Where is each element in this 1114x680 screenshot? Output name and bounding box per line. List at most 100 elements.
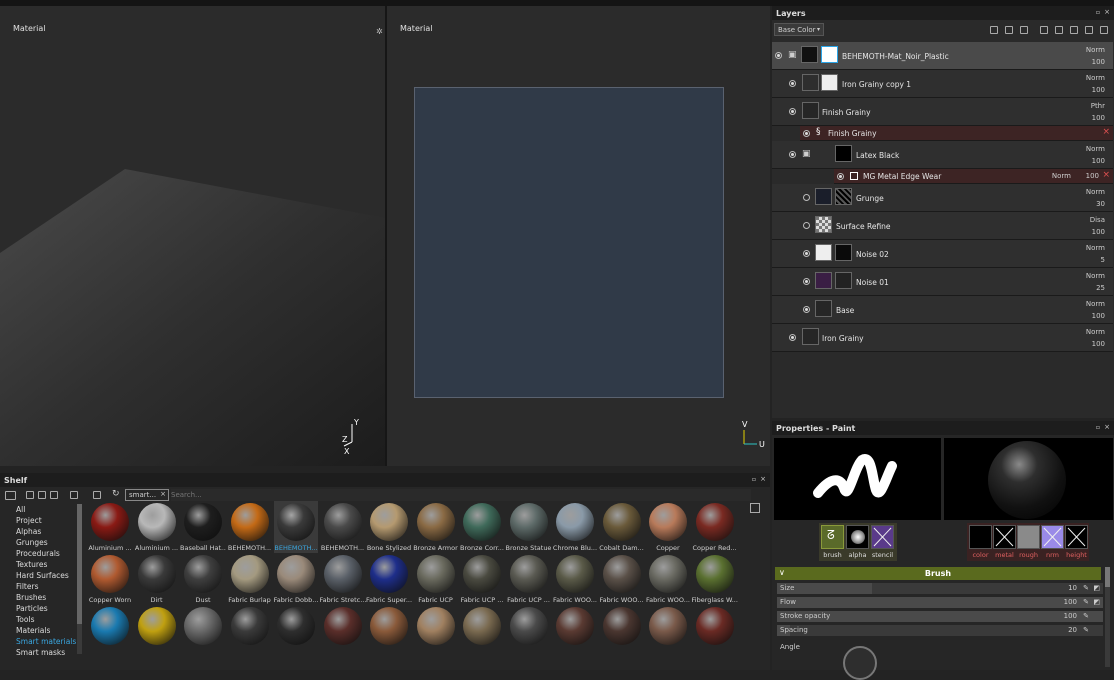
remove-effect-icon[interactable]: × <box>1102 170 1110 180</box>
smart-material-item[interactable] <box>600 605 644 657</box>
panel-float-icon[interactable]: ▫ <box>1096 9 1100 16</box>
layer-row[interactable]: Base Norm 100 <box>772 296 1113 324</box>
visibility-eye-icon[interactable] <box>789 151 796 158</box>
layer-blend-mode[interactable]: Norm <box>1086 74 1105 82</box>
size-slider[interactable]: Size 10 ✎ ◩ <box>777 583 1103 594</box>
filter-icon[interactable] <box>93 491 101 499</box>
layer-opacity[interactable]: 100 <box>1092 86 1105 94</box>
smart-material-item[interactable]: Fabric Burlap <box>228 553 272 605</box>
add-mask-icon[interactable] <box>1020 26 1028 34</box>
smart-material-item[interactable]: BEHEMOTH... <box>274 501 318 553</box>
duplicate-layer-icon[interactable] <box>1085 26 1093 34</box>
layer-row[interactable]: Grunge Norm 30 <box>772 184 1113 212</box>
viewport-3d[interactable]: Material ✲ Y Z X <box>0 6 385 466</box>
nrm-channel-thumb[interactable] <box>1041 525 1064 549</box>
layer-row[interactable]: Iron Grainy copy 1 Norm 100 <box>772 70 1113 98</box>
add-folder-icon[interactable] <box>1070 26 1078 34</box>
flow-slider[interactable]: Flow 100 ✎ ◩ <box>777 597 1103 608</box>
layer-row[interactable]: ▣ BEHEMOTH-Mat_Noir_Plastic Norm 100 <box>772 42 1113 70</box>
layer-row[interactable]: ▣ Latex Black Norm 100 <box>772 141 1113 169</box>
properties-scrollbar[interactable] <box>1105 567 1110 667</box>
smart-material-item[interactable]: Fabric WOO... <box>600 553 644 605</box>
smart-material-item[interactable]: BEHEMOTH... <box>321 501 365 553</box>
shelf-category-item[interactable]: Textures <box>2 559 84 570</box>
visibility-eye-icon[interactable] <box>803 222 810 229</box>
clear-tag-icon[interactable]: × <box>160 490 166 498</box>
smart-material-item[interactable]: Fabric WOO... <box>646 553 690 605</box>
visibility-eye-icon[interactable] <box>803 306 810 313</box>
spacing-value[interactable]: 20 <box>1068 625 1077 636</box>
shelf-category-item[interactable]: All <box>2 504 84 515</box>
refresh-icon[interactable]: ↻ <box>112 489 120 499</box>
folder-icon[interactable] <box>5 491 16 500</box>
smart-material-item[interactable] <box>460 605 504 657</box>
layer-blend-mode[interactable]: Norm <box>1086 188 1105 196</box>
shelf-category-item[interactable]: Brushes <box>2 592 84 603</box>
shelf-category-item[interactable]: Smart masks <box>2 647 84 658</box>
layer-effect-row[interactable]: § Finish Grainy × <box>800 126 1113 141</box>
shelf-category-item[interactable]: Hard Surfaces <box>2 570 84 581</box>
layer-row[interactable]: Iron Grainy Norm 100 <box>772 324 1113 352</box>
layer-blend-mode[interactable]: Norm <box>1086 328 1105 336</box>
layer-row[interactable]: Finish Grainy Pthr 100 <box>772 98 1113 126</box>
brush-channel-thumb[interactable]: ᘔ <box>821 525 844 549</box>
smart-material-item[interactable]: Dirt <box>135 553 179 605</box>
layer-blend-mode[interactable]: Norm <box>1086 145 1105 153</box>
stroke-opacity-slider[interactable]: Stroke opacity 100 ✎ <box>777 611 1103 622</box>
stencil-channel-thumb[interactable] <box>871 525 894 549</box>
shelf-category-item[interactable]: Smart materials <box>2 636 84 647</box>
layer-opacity[interactable]: 100 <box>1092 58 1105 66</box>
preview-icon[interactable] <box>70 491 78 499</box>
viewport-2d[interactable]: Material V U <box>387 6 770 466</box>
shelf-search-input[interactable] <box>171 489 751 501</box>
layer-blend-mode[interactable]: Norm <box>1086 46 1105 54</box>
grid-view-icon[interactable] <box>750 503 760 513</box>
layer-blend-mode[interactable]: Norm <box>1086 272 1105 280</box>
visibility-eye-icon[interactable] <box>789 80 796 87</box>
shelf-category-item[interactable]: Grunges <box>2 537 84 548</box>
pen-pressure-icon[interactable]: ✎ <box>1083 611 1089 622</box>
panel-close-icon[interactable]: × <box>760 475 766 483</box>
shelf-category-item[interactable]: Materials <box>2 625 84 636</box>
smart-material-item[interactable] <box>88 605 132 657</box>
smart-material-item[interactable]: Fabric WOO... <box>553 553 597 605</box>
category-scrollbar[interactable] <box>77 504 82 654</box>
layer-opacity[interactable]: 100 <box>1092 114 1105 122</box>
smart-material-item[interactable] <box>646 605 690 657</box>
smart-material-item[interactable] <box>414 605 458 657</box>
delete-layer-icon[interactable] <box>1100 26 1108 34</box>
smart-material-item[interactable]: Bronze Corr... <box>460 501 504 553</box>
layer-blend-mode[interactable]: Norm <box>1086 300 1105 308</box>
panel-float-icon[interactable]: ▫ <box>1096 424 1100 431</box>
smart-material-item[interactable]: Baseball Hat... <box>180 501 226 553</box>
smart-material-item[interactable] <box>135 605 179 657</box>
flow-value[interactable]: 100 <box>1064 597 1077 608</box>
smart-material-item[interactable] <box>367 605 411 657</box>
dynamics-icon[interactable]: ◩ <box>1093 597 1100 608</box>
visibility-eye-icon[interactable] <box>837 173 844 180</box>
smart-material-item[interactable] <box>181 605 225 657</box>
smart-material-item[interactable]: Dust <box>181 553 225 605</box>
visibility-eye-icon[interactable] <box>789 334 796 341</box>
pen-pressure-icon[interactable]: ✎ <box>1083 597 1089 608</box>
visibility-eye-icon[interactable] <box>803 194 810 201</box>
layer-blend-mode[interactable]: Disa <box>1090 216 1105 224</box>
shelf-category-item[interactable]: Tools <box>2 614 84 625</box>
shelf-category-item[interactable]: Particles <box>2 603 84 614</box>
save-icon[interactable] <box>50 491 58 499</box>
size-value[interactable]: 10 <box>1068 583 1077 594</box>
visibility-eye-icon[interactable] <box>789 108 796 115</box>
add-filter-icon[interactable] <box>1055 26 1063 34</box>
smart-material-item[interactable]: Fabric UCP ... <box>507 553 551 605</box>
pen-pressure-icon[interactable]: ✎ <box>1083 583 1089 594</box>
search-tag[interactable]: smart... × <box>125 489 169 501</box>
panel-float-icon[interactable]: ▫ <box>752 476 756 483</box>
smart-material-item[interactable]: Fabric Dobb... <box>274 553 318 605</box>
layer-opacity[interactable]: 100 <box>1092 312 1105 320</box>
spacing-slider[interactable]: Spacing 20 ✎ <box>777 625 1103 636</box>
effect-opacity[interactable]: 100 <box>1086 172 1099 180</box>
visibility-eye-icon[interactable] <box>803 278 810 285</box>
visibility-eye-icon[interactable] <box>775 52 782 59</box>
stroke-opacity-value[interactable]: 100 <box>1064 611 1077 622</box>
smart-material-item[interactable]: Fabric UCP ... <box>460 553 504 605</box>
